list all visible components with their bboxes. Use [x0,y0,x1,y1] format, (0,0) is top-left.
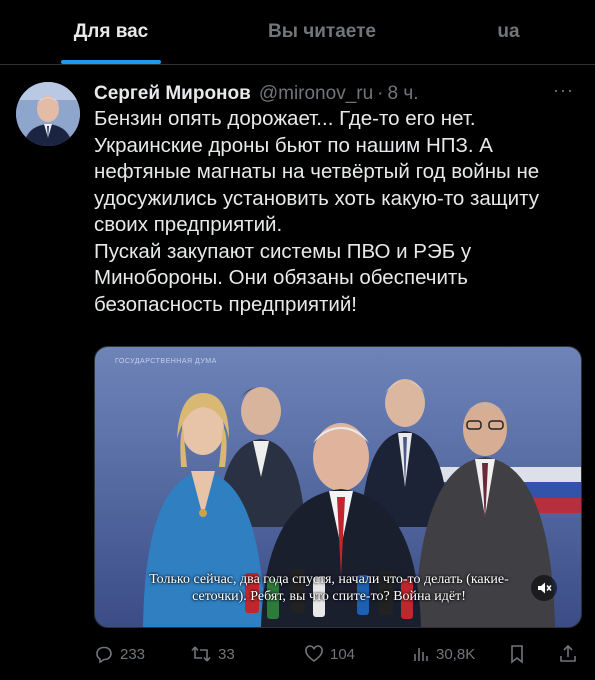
separator: · [377,83,384,104]
post-time[interactable]: 8 ч. [387,83,418,105]
tab-list-ua[interactable]: ua [422,0,595,64]
post-video[interactable]: ГОСУДАРСТВЕННАЯ ДУМА Только сейчас, два … [94,346,582,628]
tab-label: ua [497,21,520,42]
repost-icon [191,646,211,662]
author-handle[interactable]: @mironov_ru [259,83,373,105]
heart-icon [305,645,323,663]
subtitle-line: Только сейчас, два года спустя, начали ч… [149,572,509,587]
tab-label: Для вас [73,21,149,42]
author-name[interactable]: Сергей Миронов [94,83,251,105]
repost-button[interactable]: 33 [190,644,282,664]
timeline-tabs: Для вас Вы читаете ua [0,0,595,65]
subtitle-line: сеточки). Ребят, вы что спите-то? Война … [192,589,466,604]
reply-icon [96,646,112,664]
post-text-line: Пускай закупают системы ПВО и РЭБ у Мино… [94,239,472,316]
views-count: 30,8K [436,645,476,663]
post-text-line: Бензин опять дорожает... Где-то его нет. [94,107,476,130]
share-button[interactable] [558,644,578,664]
post-text-line: Украинские дроны бьют по нашим НПЗ. А не… [94,133,540,237]
views-chart-icon [414,648,428,661]
avatar[interactable] [16,82,80,146]
like-button[interactable]: 104 [304,644,384,664]
reply-button[interactable]: 233 [94,644,174,664]
post-actions: 233 33 104 30,8K [94,640,580,668]
speaker-muted-icon[interactable] [531,575,557,601]
post-text: Бензин опять дорожает... Где-то его нет.… [94,106,564,318]
share-icon [560,644,576,662]
tab-for-you[interactable]: Для вас [0,0,222,64]
video-subtitle: Только сейчас, два года спустя, начали ч… [111,571,547,605]
bookmark-button[interactable] [508,644,526,664]
more-options-icon[interactable]: ··· [553,80,574,101]
tab-label: Вы читаете [268,21,376,42]
post-header: Сергей Миронов @mironov_ru · 8 ч. ··· [94,80,574,108]
repost-count: 33 [218,645,235,663]
tab-following[interactable]: Вы читаете [222,0,422,64]
views-button[interactable]: 30,8K [412,645,502,663]
like-count: 104 [330,645,356,663]
reply-count: 233 [120,645,146,663]
bookmark-icon [511,645,523,664]
